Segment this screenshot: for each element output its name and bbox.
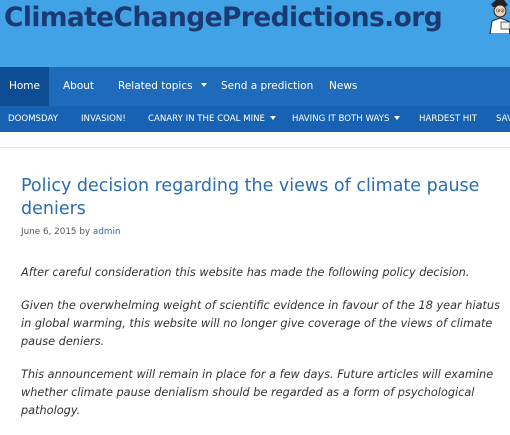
nav-home[interactable]: Home [0, 67, 49, 106]
nav-hardest-hit-label: HARDEST HIT [419, 114, 478, 124]
nav-related-topics-label: Related topics [118, 80, 193, 92]
nav-doomsday[interactable]: DOOMSDAY [8, 106, 58, 132]
nav-about-label: About [63, 80, 95, 92]
post-paragraph: Given the overwhelming weight of scienti… [21, 299, 500, 348]
nav-news-label: News [329, 80, 358, 92]
nav-canary-label: CANARY IN THE COAL MINE [148, 114, 265, 124]
category-navigation: DOOMSDAY INVASION! CANARY IN THE COAL MI… [0, 106, 510, 132]
post-author[interactable]: admin [93, 227, 121, 237]
nav-doomsday-label: DOOMSDAY [8, 114, 58, 124]
site-title[interactable]: ClimateChangePredictions.org [4, 0, 443, 37]
nav-canary-in-the-coal-mine[interactable]: CANARY IN THE COAL MINE [148, 106, 276, 132]
nav-about[interactable]: About [63, 67, 94, 106]
nav-hardest-hit[interactable]: HARDEST HIT [419, 106, 477, 132]
nav-sav-label: SAV [496, 114, 510, 124]
post-paragraph: This announcement will remain in place f… [21, 368, 494, 417]
cartoon-figure-icon [489, 0, 510, 34]
post-title[interactable]: Policy decision regarding the views of c… [21, 175, 501, 221]
nav-send-a-prediction-label: Send a prediction [221, 80, 314, 92]
caret-down-icon [200, 83, 207, 87]
caret-down-icon [269, 115, 276, 120]
post-paragraph: After careful consideration this website… [21, 266, 470, 279]
post-by-label: by [79, 227, 91, 237]
nav-home-label: Home [8, 80, 40, 92]
nav-invasion-label: INVASION! [81, 114, 126, 124]
caret-down-icon [394, 115, 401, 120]
post-content: After careful consideration this website… [21, 264, 507, 435]
main-navigation: Home About Related topics Send a predict… [0, 67, 510, 106]
nav-having-it-both-ways-label: HAVING IT BOTH WAYS [292, 114, 390, 124]
post-meta: June 6, 2015 by admin [21, 227, 121, 237]
nav-news[interactable]: News [329, 67, 357, 106]
site-header: ClimateChangePredictions.org [0, 0, 510, 67]
post-date[interactable]: June 6, 2015 [21, 227, 77, 237]
nav-send-a-prediction[interactable]: Send a prediction [221, 67, 313, 106]
nav-having-it-both-ways[interactable]: HAVING IT BOTH WAYS [292, 106, 401, 132]
nav-sav[interactable]: SAV [496, 106, 510, 132]
nav-invasion[interactable]: INVASION! [81, 106, 126, 132]
content-divider [0, 147, 510, 148]
nav-related-topics[interactable]: Related topics [118, 67, 207, 106]
